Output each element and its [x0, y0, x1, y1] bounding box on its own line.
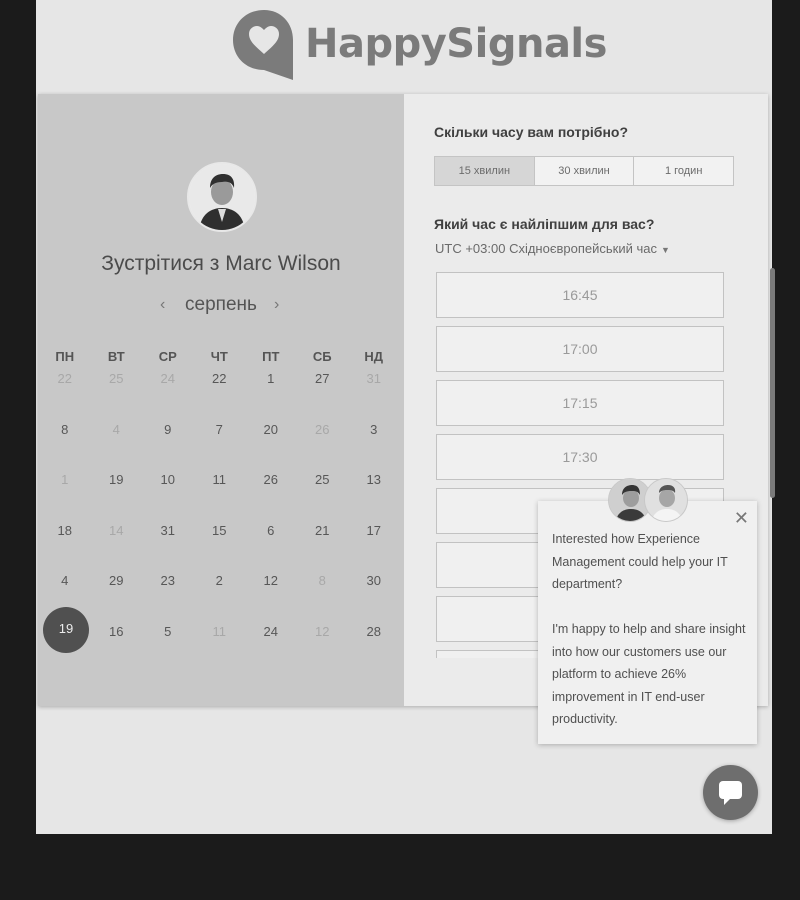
time-slot[interactable]: 17:00 [436, 326, 724, 372]
brand-name: HappySignals [305, 21, 607, 67]
weekday-label: ЧТ [210, 349, 228, 364]
calendar-day[interactable]: 22 [194, 369, 246, 420]
chat-launcher-button[interactable] [703, 765, 758, 820]
next-month-icon[interactable]: › [274, 296, 279, 314]
timezone-label: UTC +03:00 Східноєвропейський час [435, 241, 657, 256]
calendar-day[interactable]: 10 [142, 470, 194, 521]
weekday-header: ПН ВТ СР ЧТ ПТ СБ НД [39, 349, 401, 364]
calendar-day[interactable]: 1 [245, 369, 297, 420]
calendar-day[interactable]: 21 [297, 521, 349, 572]
calendar-day: 31 [366, 371, 381, 386]
calendar-day[interactable]: 2 [194, 571, 246, 622]
calendar-day: 8 [318, 573, 326, 588]
timezone-selector[interactable]: UTC +03:00 Східноєвропейський час ▼ [435, 241, 670, 256]
caret-down-icon: ▼ [660, 245, 670, 255]
duration-option-30[interactable]: 30 хвилин [533, 157, 634, 185]
time-question: Який час є найліпшим для вас? [434, 216, 655, 232]
agent-avatar [644, 478, 688, 522]
calendar-day[interactable]: 11 [194, 470, 246, 521]
calendar-day[interactable]: 25 [297, 470, 349, 521]
calendar-day[interactable]: 12 [245, 571, 297, 622]
calendar-panel: Зустрітися з Marc Wilson ‹ серпень › ПН … [38, 94, 404, 706]
host-avatar [187, 162, 257, 232]
calendar-day[interactable]: 27 [297, 369, 349, 420]
calendar-day[interactable]: 26 [245, 470, 297, 521]
calendar-day[interactable]: 29 [91, 571, 143, 622]
calendar-day: 24 [160, 371, 175, 386]
meeting-title: Зустрітися з Marc Wilson [101, 252, 341, 275]
calendar-day[interactable]: 6 [245, 521, 297, 572]
chat-bubble-icon [719, 781, 742, 805]
calendar-day: 26 [315, 421, 330, 437]
weekday-label: СР [158, 349, 177, 364]
chat-invite-paragraph: I'm happy to help and share insight into… [552, 622, 746, 726]
chat-agent-avatars [608, 478, 688, 524]
selected-day[interactable]: 19 [43, 607, 89, 653]
calendar-day[interactable]: 8 [39, 420, 91, 471]
calendar-day[interactable]: 3 [348, 420, 400, 471]
time-slot[interactable]: 16:45 [436, 272, 724, 318]
calendar-day[interactable]: 9 [142, 420, 194, 471]
calendar-day[interactable]: 19 [91, 470, 143, 521]
calendar-day: 11 [212, 623, 227, 639]
month-navigation: ‹ серпень › [38, 294, 404, 320]
weekday-label: НД [364, 349, 384, 364]
weekday-label: ВТ [107, 349, 125, 364]
calendar-day: 14 [109, 522, 124, 538]
calendar-day: 4 [112, 421, 120, 437]
chat-invite-popup: ✕ Interested how Experience Management c… [538, 501, 757, 744]
calendar-day[interactable]: 17 [348, 521, 400, 572]
calendar-day[interactable]: 28 [348, 622, 400, 673]
weekday-label: ПТ [262, 349, 280, 364]
weekday-label: СБ [312, 349, 332, 364]
heart-speech-bubble-icon [233, 10, 293, 80]
duration-option-15[interactable]: 15 хвилин [435, 157, 534, 185]
calendar-day[interactable]: 20 [245, 420, 297, 471]
calendar-day[interactable]: 5 [142, 622, 194, 673]
calendar-day[interactable]: 7 [194, 420, 246, 471]
time-slot[interactable]: 17:15 [436, 380, 724, 426]
slot-list-scrollbar[interactable] [770, 268, 775, 498]
duration-question: Скільки часу вам потрібно? [434, 124, 629, 140]
calendar-day[interactable]: 31 [142, 521, 194, 572]
duration-selector: 15 хвилин 30 хвилин 1 годин [434, 156, 734, 186]
calendar-day: 22 [57, 371, 72, 386]
calendar-day[interactable]: 15 [194, 521, 246, 572]
weekday-label: ПН [55, 349, 75, 364]
calendar-day[interactable]: 13 [348, 470, 400, 521]
calendar-day[interactable]: 30 [348, 571, 400, 622]
month-label: серпень [185, 294, 257, 315]
calendar-day[interactable]: 16 [91, 622, 143, 673]
calendar-day: 1 [61, 472, 69, 487]
chat-invite-paragraph: Interested how Experience Management cou… [552, 532, 728, 591]
calendar-day[interactable]: 24 [245, 622, 297, 673]
close-icon[interactable]: ✕ [734, 509, 749, 527]
calendar-day[interactable]: 23 [142, 571, 194, 622]
calendar-day[interactable]: 18 [39, 521, 91, 572]
calendar-days-grid: 22 25 24 22 1 27 31 8 4 9 7 20 26 3 1 19 10 11 26 25 13 18 14 3… [39, 369, 401, 672]
chat-invite-message: Interested how Experience Management cou… [552, 528, 748, 753]
duration-option-60[interactable]: 1 годин [633, 157, 733, 185]
time-slot[interactable]: 17:30 [436, 434, 724, 480]
brand-logo[interactable]: HappySignals [231, 6, 607, 82]
calendar-day: 12 [315, 623, 330, 639]
calendar-day: 25 [109, 371, 124, 386]
